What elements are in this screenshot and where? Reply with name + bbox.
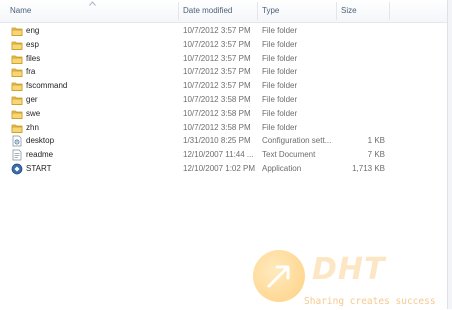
file-row[interactable]: fscommand 10/7/2012 3:57 PM File folder <box>0 79 452 93</box>
file-type: File folder <box>262 108 298 118</box>
file-date-modified: 10/7/2012 3:58 PM <box>183 122 251 132</box>
file-size: 1 KB <box>367 136 385 146</box>
folder-icon <box>11 94 23 106</box>
file-type: File folder <box>262 26 298 35</box>
file-name: zhn <box>26 122 39 132</box>
file-date-modified: 10/7/2012 3:57 PM <box>183 67 251 77</box>
file-row[interactable]: readme 12/10/2007 11:44 ... Text Document 7… <box>0 148 452 162</box>
file-name: eng <box>26 26 40 35</box>
file-date-modified: 10/7/2012 3:57 PM <box>183 53 251 63</box>
file-date-modified: 10/7/2012 3:58 PM <box>183 95 251 104</box>
watermark: DHT Sharing creates success <box>250 250 450 310</box>
config-file-icon <box>11 135 23 147</box>
application-icon <box>11 163 23 175</box>
column-header-type[interactable]: Type <box>258 0 336 22</box>
file-name: fscommand <box>26 81 68 91</box>
file-type: File folder <box>262 122 298 132</box>
file-date-modified: 10/7/2012 3:58 PM <box>183 108 251 118</box>
file-name: swe <box>26 108 41 118</box>
folder-icon <box>11 25 23 37</box>
file-row[interactable]: files 10/7/2012 3:57 PM File folder <box>0 52 452 66</box>
watermark-tagline: Sharing creates success <box>304 296 436 307</box>
text-file-icon <box>11 149 23 161</box>
watermark-logo-text: DHT <box>312 252 386 287</box>
file-date-modified: 12/10/2007 1:02 PM <box>183 164 256 173</box>
file-name: esp <box>26 39 39 49</box>
watermark-logo-circle <box>253 250 305 302</box>
file-type: File folder <box>262 67 298 77</box>
file-row[interactable]: ger 10/7/2012 3:58 PM File folder <box>0 93 452 107</box>
folder-icon <box>11 39 23 51</box>
file-size: 7 KB <box>367 150 385 160</box>
file-name: desktop <box>26 136 55 146</box>
file-name: readme <box>26 150 54 160</box>
file-name: fra <box>26 67 36 77</box>
file-row[interactable]: swe 10/7/2012 3:58 PM File folder <box>0 107 452 121</box>
file-type: Configuration sett... <box>262 136 332 146</box>
column-header-size[interactable]: Size <box>337 0 387 22</box>
folder-icon <box>11 66 23 78</box>
file-type: Application <box>262 164 302 173</box>
file-row[interactable]: fra 10/7/2012 3:57 PM File folder <box>0 65 452 79</box>
file-date-modified: 10/7/2012 3:57 PM <box>183 81 251 91</box>
file-type: File folder <box>262 95 298 104</box>
folder-icon <box>11 80 23 92</box>
file-row[interactable]: esp 10/7/2012 3:57 PM File folder <box>0 38 452 52</box>
file-name: START <box>26 164 52 173</box>
file-size: 1,713 KB <box>352 164 385 173</box>
file-date-modified: 10/7/2012 3:57 PM <box>183 26 251 35</box>
file-type: File folder <box>262 81 298 91</box>
file-date-modified: 10/7/2012 3:57 PM <box>183 39 251 49</box>
file-name: ger <box>26 95 38 104</box>
file-row[interactable]: zhn 10/7/2012 3:58 PM File folder <box>0 121 452 135</box>
column-header-date-modified[interactable]: Date modified <box>179 0 257 22</box>
file-type: File folder <box>262 39 298 49</box>
file-date-modified: 1/31/2010 8:25 PM <box>183 136 251 146</box>
file-row[interactable]: START 12/10/2007 1:02 PM Application 1,713 … <box>0 162 452 176</box>
folder-icon <box>11 108 23 120</box>
arrow-icon <box>267 265 290 288</box>
column-header-bar: Name Date modified Type Size <box>0 0 452 23</box>
file-type: Text Document <box>262 150 316 160</box>
file-name: files <box>26 53 41 63</box>
file-date-modified: 12/10/2007 11:44 ... <box>183 150 254 160</box>
folder-icon <box>11 53 23 65</box>
sort-ascending-icon <box>89 1 96 6</box>
column-divider[interactable] <box>389 2 390 20</box>
file-type: File folder <box>262 53 298 63</box>
folder-icon <box>11 122 23 134</box>
file-row[interactable]: desktop 1/31/2010 8:25 PM Configuration se… <box>0 134 452 148</box>
file-row[interactable]: eng 10/7/2012 3:57 PM File folder <box>0 24 452 38</box>
